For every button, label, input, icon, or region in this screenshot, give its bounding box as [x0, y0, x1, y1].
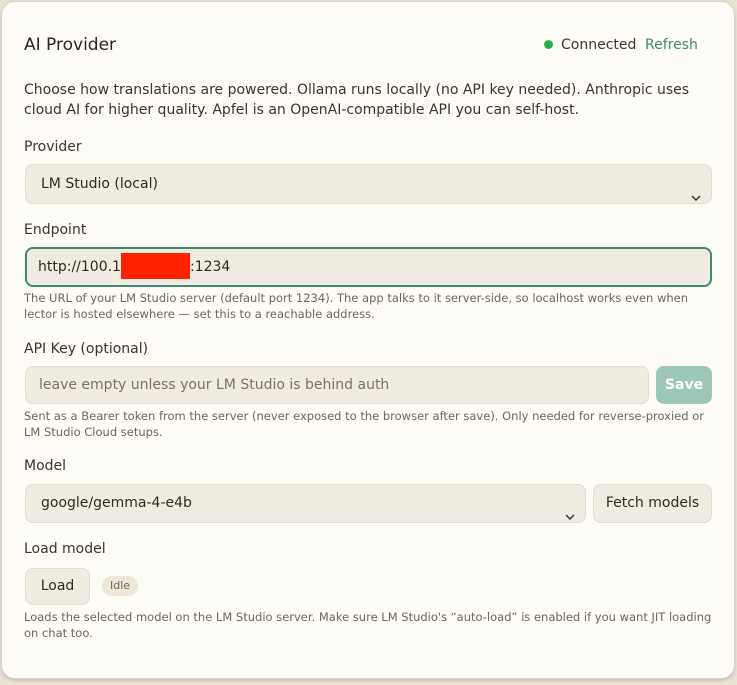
provider-selected-value: LM Studio (local) [41, 176, 158, 192]
api-key-placeholder: leave empty unless your LM Studio is beh… [39, 377, 390, 393]
provider-label: Provider [24, 139, 82, 155]
endpoint-value-suffix: :1234 [189, 259, 231, 275]
load-model-help-text: Loads the selected model on the LM Studi… [24, 610, 712, 640]
provider-select[interactable]: LM Studio (local) [25, 164, 712, 204]
model-select[interactable]: google/gemma-4-e4b [25, 484, 586, 523]
fetch-models-button[interactable]: Fetch models [593, 484, 712, 523]
api-key-input[interactable]: leave empty unless your LM Studio is beh… [25, 366, 649, 404]
save-api-key-button[interactable]: Save [656, 366, 712, 404]
model-label: Model [24, 458, 67, 474]
connection-status: Connected [561, 37, 637, 53]
endpoint-value: http://100.1 :1234 [38, 249, 230, 285]
redaction-block [120, 253, 190, 279]
endpoint-value-prefix: http://100.1 [38, 259, 121, 275]
load-model-button[interactable]: Load [25, 568, 90, 605]
endpoint-label: Endpoint [24, 222, 87, 238]
refresh-button[interactable]: Refresh [645, 36, 698, 54]
api-key-help-text: Sent as a Bearer token from the server (… [24, 409, 704, 439]
endpoint-help-text: The URL of your LM Studio server (defaul… [24, 291, 689, 321]
chevron-down-icon [565, 499, 575, 536]
chevron-down-icon [691, 179, 701, 217]
endpoint-input[interactable]: http://100.1 :1234 [25, 247, 712, 287]
model-selected-value: google/gemma-4-e4b [41, 495, 192, 511]
model-state-badge: Idle [102, 576, 139, 596]
load-model-label: Load model [24, 541, 106, 557]
api-key-label: API Key (optional) [24, 341, 149, 357]
status-indicator-dot [544, 40, 553, 49]
section-title: AI Provider [24, 35, 117, 55]
section-description: Choose how translations are powered. Oll… [24, 82, 690, 118]
